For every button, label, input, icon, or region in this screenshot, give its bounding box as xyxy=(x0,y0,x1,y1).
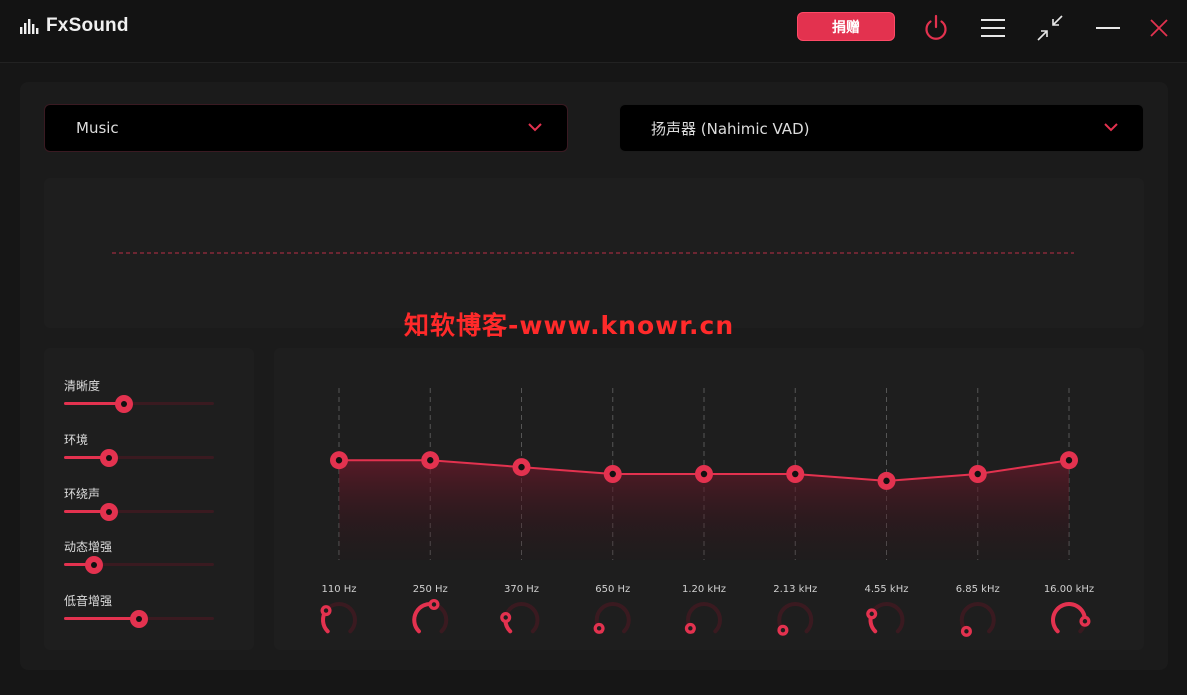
eq-band-handle[interactable] xyxy=(968,465,987,483)
eq-band-knob[interactable] xyxy=(959,602,996,637)
eq-band-handle[interactable] xyxy=(695,465,713,483)
eq-band-knob[interactable] xyxy=(320,602,357,634)
effect-slider-track[interactable] xyxy=(64,610,214,628)
fxsound-logo-icon xyxy=(20,19,39,34)
effect-slider-track[interactable] xyxy=(64,395,214,413)
app-title: FxSound xyxy=(46,15,129,36)
collapse-icon[interactable] xyxy=(1034,12,1066,44)
eq-band-knob[interactable] xyxy=(500,602,540,634)
effect-label: 环绕声 xyxy=(64,487,101,501)
equalizer-panel: 110 Hz 250 Hz 370 Hz 650 Hz 1.20 kHz 2.13 kHz… xyxy=(274,348,1144,650)
eq-band-label: 110 Hz xyxy=(321,584,356,595)
watermark-text: 知软博客-www.knowr.cn xyxy=(404,311,735,340)
eq-band-label: 6.85 kHz xyxy=(956,584,1000,595)
effect-slider-track[interactable] xyxy=(64,449,214,467)
effect-slider-row: 环绕声 xyxy=(64,485,214,521)
eq-band-knob[interactable] xyxy=(593,602,631,634)
output-device-value: 扬声器 (Nahimic VAD) xyxy=(651,119,810,138)
title-bar: FxSound 捐赠 xyxy=(0,0,1187,63)
effect-label: 清晰度 xyxy=(64,379,101,393)
effect-slider-track[interactable] xyxy=(64,556,214,574)
effect-slider-row: 环境 xyxy=(64,431,214,467)
eq-band-knob[interactable] xyxy=(866,602,905,634)
eq-band-knob[interactable] xyxy=(412,598,449,634)
eq-band-label: 250 Hz xyxy=(413,584,448,595)
eq-band-label: 650 Hz xyxy=(595,584,630,595)
eq-band-handle[interactable] xyxy=(421,451,440,470)
donate-button[interactable]: 捐赠 xyxy=(797,12,895,41)
effect-label: 低音增强 xyxy=(64,594,113,608)
effect-slider-thumb[interactable] xyxy=(100,449,118,467)
close-icon[interactable] xyxy=(1143,12,1175,44)
eq-band-handle[interactable] xyxy=(603,465,622,483)
eq-band-handle[interactable] xyxy=(877,471,896,490)
effect-slider-fill xyxy=(64,617,139,620)
effect-slider-thumb[interactable] xyxy=(100,503,118,521)
output-device-dropdown[interactable]: 扬声器 (Nahimic VAD) xyxy=(619,104,1144,152)
effect-slider-row: 低音增强 xyxy=(64,592,214,628)
effects-panel: 清晰度环境环绕声动态增强低音增强 xyxy=(44,348,254,650)
minimize-icon[interactable] xyxy=(1092,12,1124,44)
app-logo: FxSound xyxy=(20,15,129,37)
effect-slider-track[interactable] xyxy=(64,503,214,521)
effect-label: 环境 xyxy=(64,433,89,447)
eq-band-label: 4.55 kHz xyxy=(864,584,908,595)
effect-slider-thumb[interactable] xyxy=(85,556,103,574)
preset-value: Music xyxy=(76,119,119,137)
eq-band-knob[interactable] xyxy=(777,602,814,636)
eq-band-handle[interactable] xyxy=(1060,451,1078,470)
effect-slider-thumb[interactable] xyxy=(115,395,133,413)
eq-band-label: 1.20 kHz xyxy=(682,584,726,595)
menu-icon[interactable] xyxy=(977,12,1009,44)
preset-dropdown[interactable]: Music xyxy=(44,104,568,152)
eq-band-label: 370 Hz xyxy=(504,584,539,595)
chevron-down-icon xyxy=(528,123,542,132)
eq-band-handle[interactable] xyxy=(512,458,531,477)
effect-slider-thumb[interactable] xyxy=(130,610,148,628)
eq-band-handle[interactable] xyxy=(330,451,348,470)
power-icon[interactable] xyxy=(920,12,952,44)
chevron-down-icon xyxy=(1104,123,1118,132)
equalizer-graph[interactable]: 110 Hz 250 Hz 370 Hz 650 Hz 1.20 kHz 2.13 kHz… xyxy=(274,348,1144,650)
eq-band-label: 16.00 kHz xyxy=(1044,584,1094,595)
effect-label: 动态增强 xyxy=(64,540,113,554)
eq-band-knob[interactable] xyxy=(1051,602,1091,634)
effect-slider-row: 动态增强 xyxy=(64,538,214,574)
effect-slider-row: 清晰度 xyxy=(64,377,214,413)
eq-band-label: 2.13 kHz xyxy=(773,584,817,595)
eq-band-handle[interactable] xyxy=(786,465,805,483)
eq-band-knob[interactable] xyxy=(684,602,722,634)
